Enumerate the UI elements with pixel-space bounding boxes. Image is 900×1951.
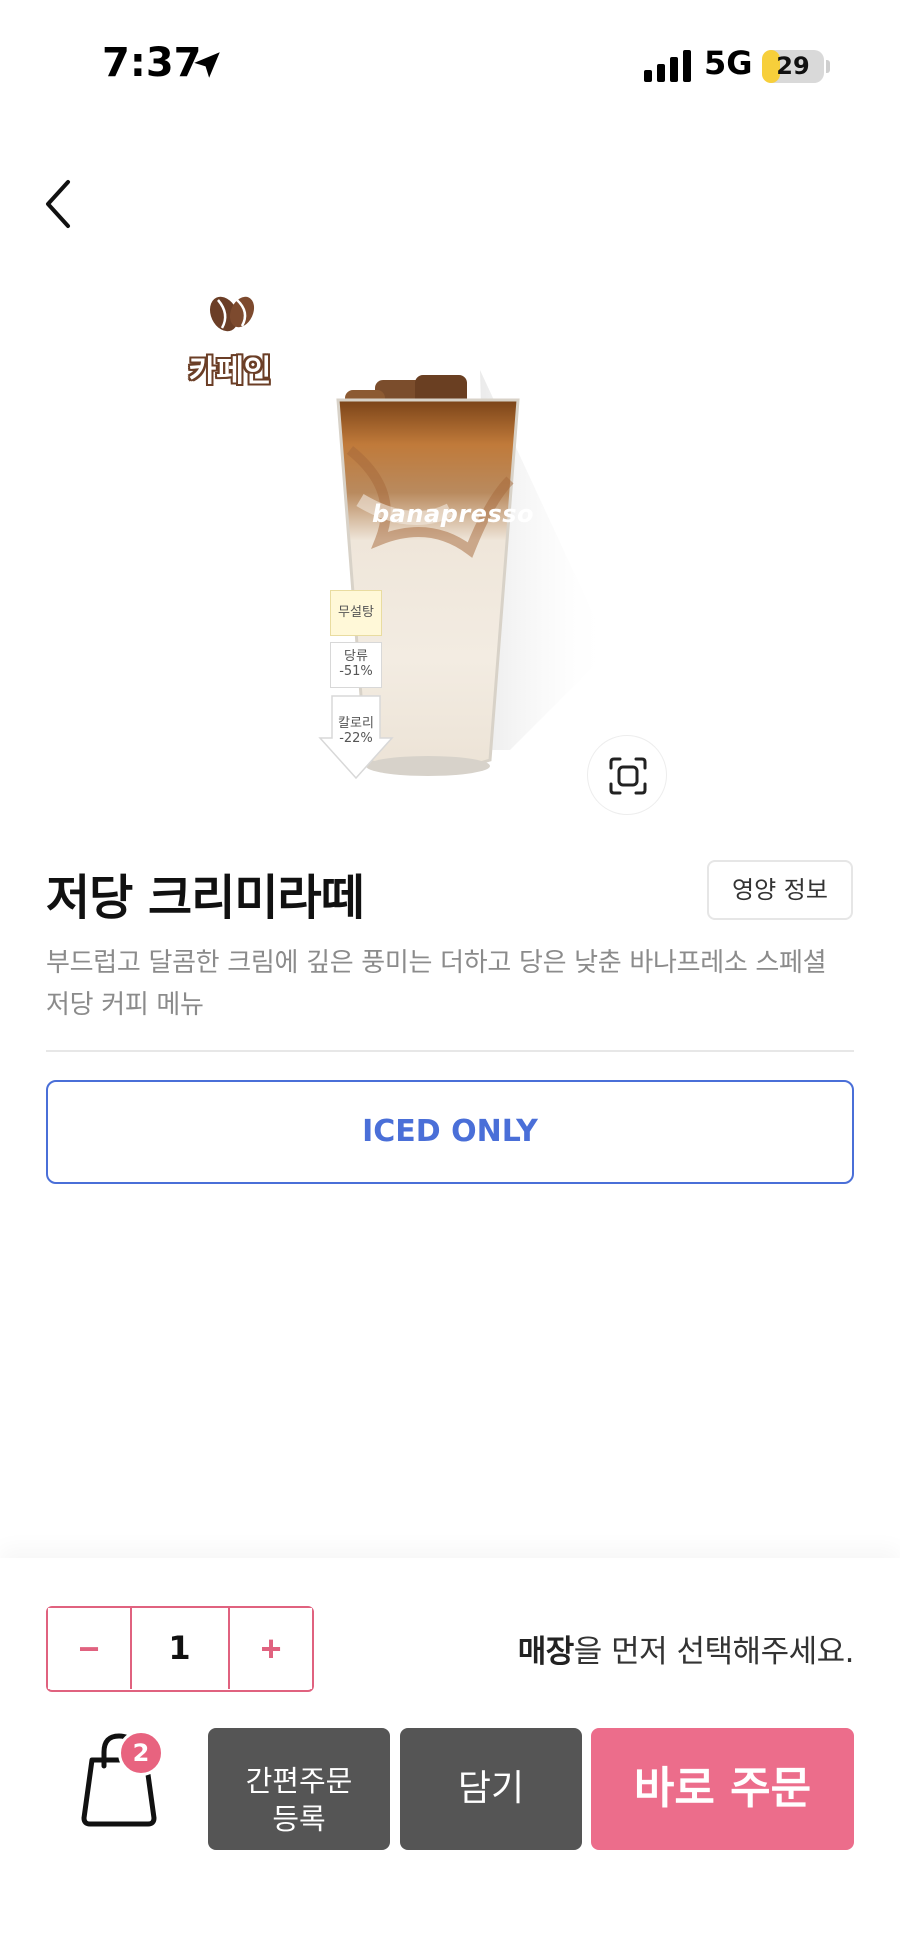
- caffeine-label: 카페인: [188, 354, 272, 389]
- quick-order-label-line1: 간편주문: [245, 1764, 353, 1798]
- nutrition-info-button[interactable]: 영양 정보: [707, 860, 853, 920]
- add-to-cart-button[interactable]: 담기: [400, 1728, 582, 1850]
- calorie-tag-label: 칼로리: [338, 716, 374, 731]
- status-time: 7:37: [102, 40, 202, 86]
- sugar-tag-value: -51%: [339, 664, 373, 679]
- minus-icon: −: [78, 1628, 100, 1669]
- quantity-stepper: − 1 +: [46, 1606, 314, 1692]
- calorie-reduction-tag: 칼로리 -22%: [318, 694, 394, 780]
- network-type: 5G: [704, 44, 753, 82]
- scan-frame-icon: [609, 757, 647, 795]
- store-notice-bold: 매장: [517, 1634, 575, 1670]
- quick-order-label-line2: 등록: [272, 1802, 326, 1836]
- battery-icon: 29: [762, 50, 824, 83]
- decrease-quantity-button[interactable]: −: [48, 1608, 132, 1689]
- back-chevron-icon[interactable]: [38, 176, 82, 232]
- battery-nub: [826, 60, 830, 73]
- sugar-tag-label: 당류: [344, 649, 368, 664]
- product-title: 저당 크리미라떼: [46, 870, 365, 926]
- quantity-value: 1: [168, 1629, 191, 1667]
- sugar-reduction-tag: 당류 -51%: [330, 642, 382, 688]
- shopping-bag-icon[interactable]: [64, 1716, 174, 1836]
- plus-icon: +: [260, 1628, 282, 1669]
- divider: [46, 1050, 854, 1052]
- sugar-free-tag: 무설탕: [330, 590, 382, 636]
- store-select-notice: 매장을 먼저 선택해주세요.: [517, 1626, 855, 1671]
- quick-order-register-button[interactable]: 간편주문 등록: [208, 1728, 390, 1850]
- order-now-button[interactable]: 바로 주문: [591, 1728, 854, 1850]
- iced-only-option[interactable]: ICED ONLY: [46, 1080, 854, 1184]
- store-notice-text: 을 먼저 선택해주세요.: [573, 1634, 855, 1670]
- cup-brand-print: banapresso: [372, 500, 535, 528]
- status-bar: 7:37 5G 29: [0, 0, 900, 130]
- battery-percent: 29: [776, 52, 810, 80]
- location-arrow-icon: [194, 52, 220, 78]
- cellular-signal-icon: [644, 50, 691, 82]
- increase-quantity-button[interactable]: +: [228, 1608, 312, 1689]
- image-zoom-button[interactable]: [587, 735, 667, 815]
- cart-count-badge: 2: [118, 1730, 164, 1776]
- product-description: 부드럽고 달콤한 크림에 깊은 풍미는 더하고 당은 낮춘 바나프레소 스페셜 …: [46, 948, 827, 1020]
- calorie-tag-value: -22%: [339, 731, 373, 746]
